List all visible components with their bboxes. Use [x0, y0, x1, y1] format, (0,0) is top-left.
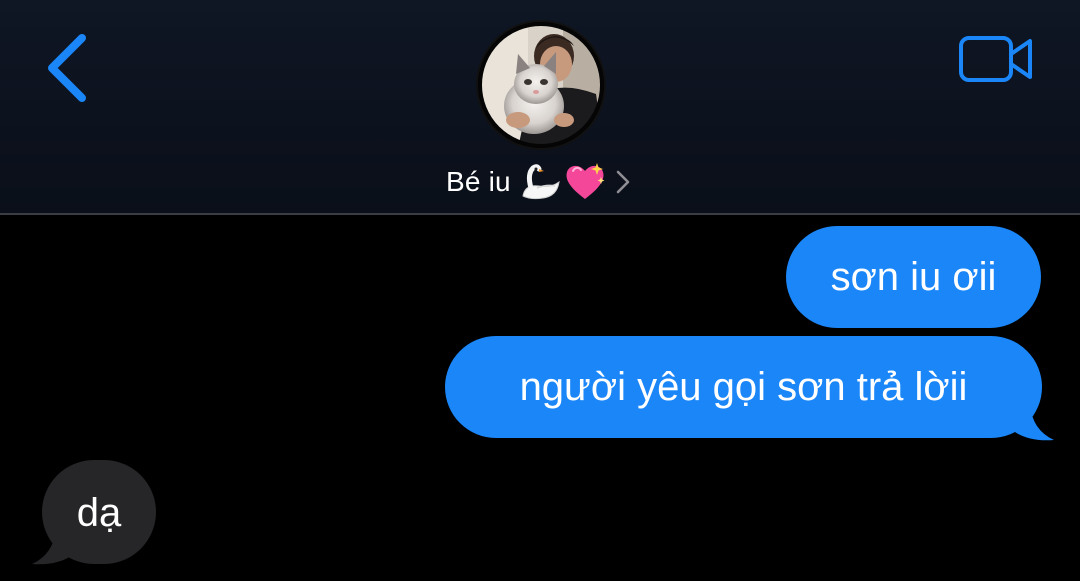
avatar-photo	[478, 22, 604, 148]
contact-name: Bé iu	[446, 166, 511, 197]
incoming-bubble-tail	[32, 528, 76, 565]
message-bubble-outgoing[interactable]: người yêu gọi sơn trả lờii	[445, 336, 1042, 438]
contact-name-row[interactable]: Bé iu	[446, 160, 631, 204]
message-text: dạ	[76, 491, 122, 535]
contact-emojis	[517, 161, 607, 203]
chevron-left-icon	[48, 34, 86, 102]
video-camera-icon	[959, 36, 1032, 82]
contact-avatar[interactable]	[478, 22, 604, 148]
message-text: sơn iu ơii	[830, 255, 997, 299]
sparkling-heart-emoji	[566, 163, 605, 199]
swan-emoji	[522, 164, 560, 200]
video-call-button[interactable]	[956, 30, 1036, 88]
message-text: người yêu gọi sơn trả lờii	[519, 365, 968, 409]
message-bubble-outgoing[interactable]: sơn iu ơii	[786, 226, 1041, 328]
chevron-right-icon	[616, 170, 630, 194]
back-button[interactable]	[40, 30, 100, 106]
conversation-header: Bé iu	[0, 0, 1080, 215]
outgoing-bubble-tail	[1010, 404, 1054, 441]
